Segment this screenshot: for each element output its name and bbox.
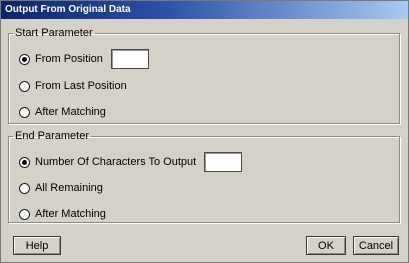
end-all-remaining-option[interactable]: All Remaining [19,179,103,197]
start-after-matching-radio[interactable] [19,106,30,118]
dialog-window: Output From Original Data Start Paramete… [0,0,409,263]
start-parameter-legend: Start Parameter [15,27,93,39]
end-after-matching-option[interactable]: After Matching [19,205,106,223]
start-parameter-group: Start Parameter From Position From Last … [8,27,400,124]
start-after-matching-option[interactable]: After Matching [19,103,106,121]
start-from-last-position-option[interactable]: From Last Position [19,77,127,95]
end-parameter-group: End Parameter Number Of Characters To Ou… [8,130,400,223]
end-after-matching-radio[interactable] [19,208,30,220]
cancel-button[interactable]: Cancel [353,236,399,255]
end-parameter-legend: End Parameter [15,130,89,142]
end-number-of-characters-option[interactable]: Number Of Characters To Output [19,152,243,172]
start-after-matching-label: After Matching [35,106,106,118]
end-number-of-characters-radio[interactable] [19,156,30,168]
start-from-last-position-radio[interactable] [19,80,30,92]
title-bar: Output From Original Data [1,1,408,19]
end-after-matching-label: After Matching [35,208,106,220]
start-from-position-option[interactable]: From Position [19,49,149,69]
end-character-count-field[interactable] [204,152,243,172]
start-position-field[interactable] [110,49,149,69]
ok-button[interactable]: OK [306,236,346,255]
window-title: Output From Original Data [5,4,131,15]
end-all-remaining-label: All Remaining [35,182,103,194]
start-from-position-radio[interactable] [19,53,30,65]
end-number-of-characters-label: Number Of Characters To Output [35,156,197,168]
help-button[interactable]: Help [13,236,61,255]
start-from-last-position-label: From Last Position [35,80,127,92]
end-all-remaining-radio[interactable] [19,182,30,194]
start-from-position-label: From Position [35,53,103,65]
